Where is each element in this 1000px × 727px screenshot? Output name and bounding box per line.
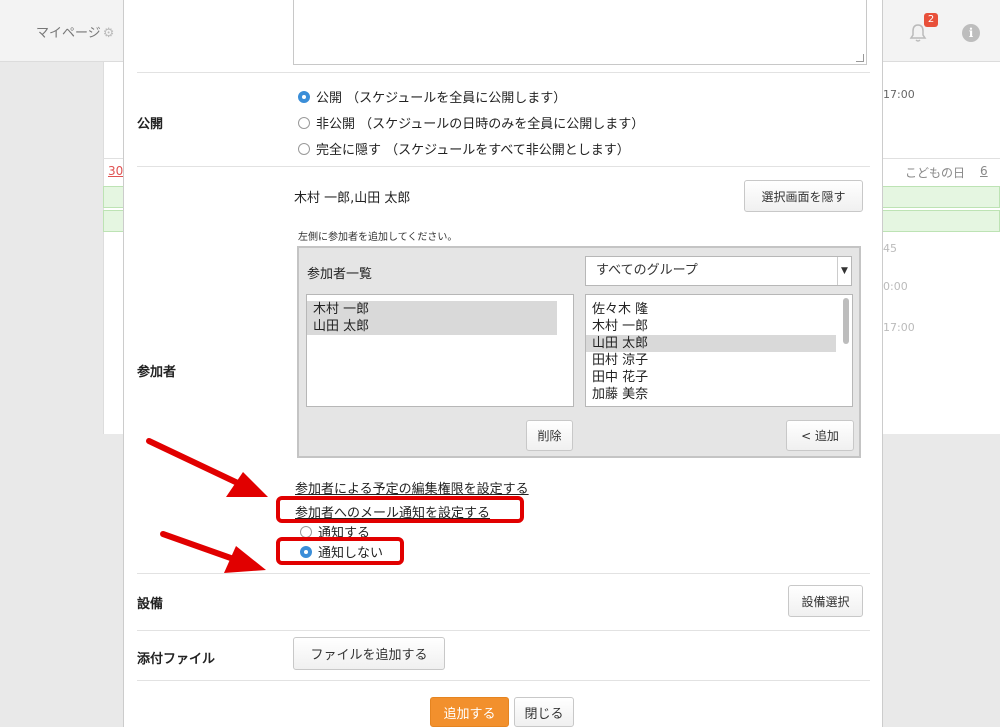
visibility-option-public[interactable]: 公開 （スケジュールを全員に公開します）: [298, 87, 566, 106]
visibility-option-private[interactable]: 非公開 （スケジュールの日時のみを全員に公開します）: [298, 113, 644, 132]
list-item[interactable]: 木村 一郎: [586, 318, 836, 335]
visibility-option-label: 完全に隠す （スケジュールをすべて非公開とします）: [316, 143, 630, 158]
radio-public[interactable]: [298, 90, 310, 103]
calendar-time: 45: [883, 242, 897, 255]
submit-button[interactable]: 追加する: [430, 697, 509, 727]
notification-badge: 2: [924, 13, 938, 27]
selected-participants-summary: 木村 一郎,山田 太郎: [294, 191, 411, 206]
participants-instruction: 左側に参加者を追加してください。: [298, 232, 458, 243]
radio-private[interactable]: [298, 116, 310, 129]
list-item[interactable]: 山田 太郎: [307, 318, 557, 335]
selected-participants-list[interactable]: 木村 一郎 山田 太郎: [306, 294, 574, 407]
row-divider: [137, 573, 870, 574]
hide-selector-button[interactable]: 選択画面を隠す: [744, 180, 863, 212]
resize-handle[interactable]: [856, 54, 864, 62]
visibility-label: 公開: [137, 117, 164, 132]
chevron-down-icon: ▼: [837, 257, 851, 285]
add-file-button[interactable]: ファイルを追加する: [293, 637, 445, 670]
memo-textarea[interactable]: [293, 0, 867, 65]
list-scrollbar[interactable]: [843, 298, 849, 344]
calendar-time: 17:00: [883, 88, 915, 101]
row-divider: [137, 72, 870, 73]
visibility-option-label: 非公開 （スケジュールの日時のみを全員に公開します）: [316, 117, 645, 132]
highlight-box-notify-no: [276, 537, 404, 565]
edit-permission-link[interactable]: 参加者による予定の編集権限を設定する: [295, 478, 529, 497]
list-item[interactable]: 田村 涼子: [586, 352, 836, 369]
row-divider: [137, 680, 870, 681]
info-icon[interactable]: i: [962, 24, 980, 42]
list-item[interactable]: 山田 太郎: [586, 335, 836, 352]
highlight-box-mail-notification: [276, 496, 524, 523]
list-item[interactable]: 加藤 美奈: [586, 386, 836, 403]
mypage-menu[interactable]: マイページ ⚙: [36, 22, 114, 41]
calendar-time: 17:00: [883, 321, 915, 334]
equipment-label: 設備: [137, 597, 164, 612]
participants-label: 参加者: [137, 365, 177, 380]
calendar-day-30[interactable]: 30: [108, 164, 123, 178]
visibility-option-hidden[interactable]: 完全に隠す （スケジュールをすべて非公開とします）: [298, 139, 630, 158]
list-item[interactable]: 木村 一郎: [307, 301, 557, 318]
visibility-option-label: 公開 （スケジュールを全員に公開します）: [316, 91, 567, 106]
row-divider: [137, 630, 870, 631]
calendar-holiday-label: こどもの日: [905, 166, 966, 180]
remove-participant-button[interactable]: 削除: [526, 420, 573, 451]
participant-list-title: 参加者一覧: [307, 267, 373, 282]
list-item[interactable]: 佐々木 隆: [586, 301, 836, 318]
select-equipment-button[interactable]: 設備選択: [788, 585, 863, 617]
group-select[interactable]: すべてのグループ ▼: [585, 256, 852, 286]
available-participants-list[interactable]: 佐々木 隆 木村 一郎 山田 太郎 田村 涼子 田中 花子 加藤 美奈: [585, 294, 853, 407]
mypage-label: マイページ: [36, 26, 101, 41]
calendar-day-6[interactable]: 6: [980, 164, 988, 178]
group-select-value: すべてのグループ: [596, 263, 698, 278]
radio-hidden[interactable]: [298, 142, 310, 155]
calendar-time: 0:00: [883, 280, 908, 293]
row-divider: [137, 166, 870, 167]
radio-notify-yes[interactable]: [300, 525, 312, 538]
close-button[interactable]: 閉じる: [514, 697, 574, 727]
add-participant-button[interactable]: < 追加: [786, 420, 854, 451]
attachment-label: 添付ファイル: [137, 652, 216, 667]
list-item[interactable]: 田中 花子: [586, 369, 836, 386]
gear-icon: ⚙: [102, 26, 115, 41]
